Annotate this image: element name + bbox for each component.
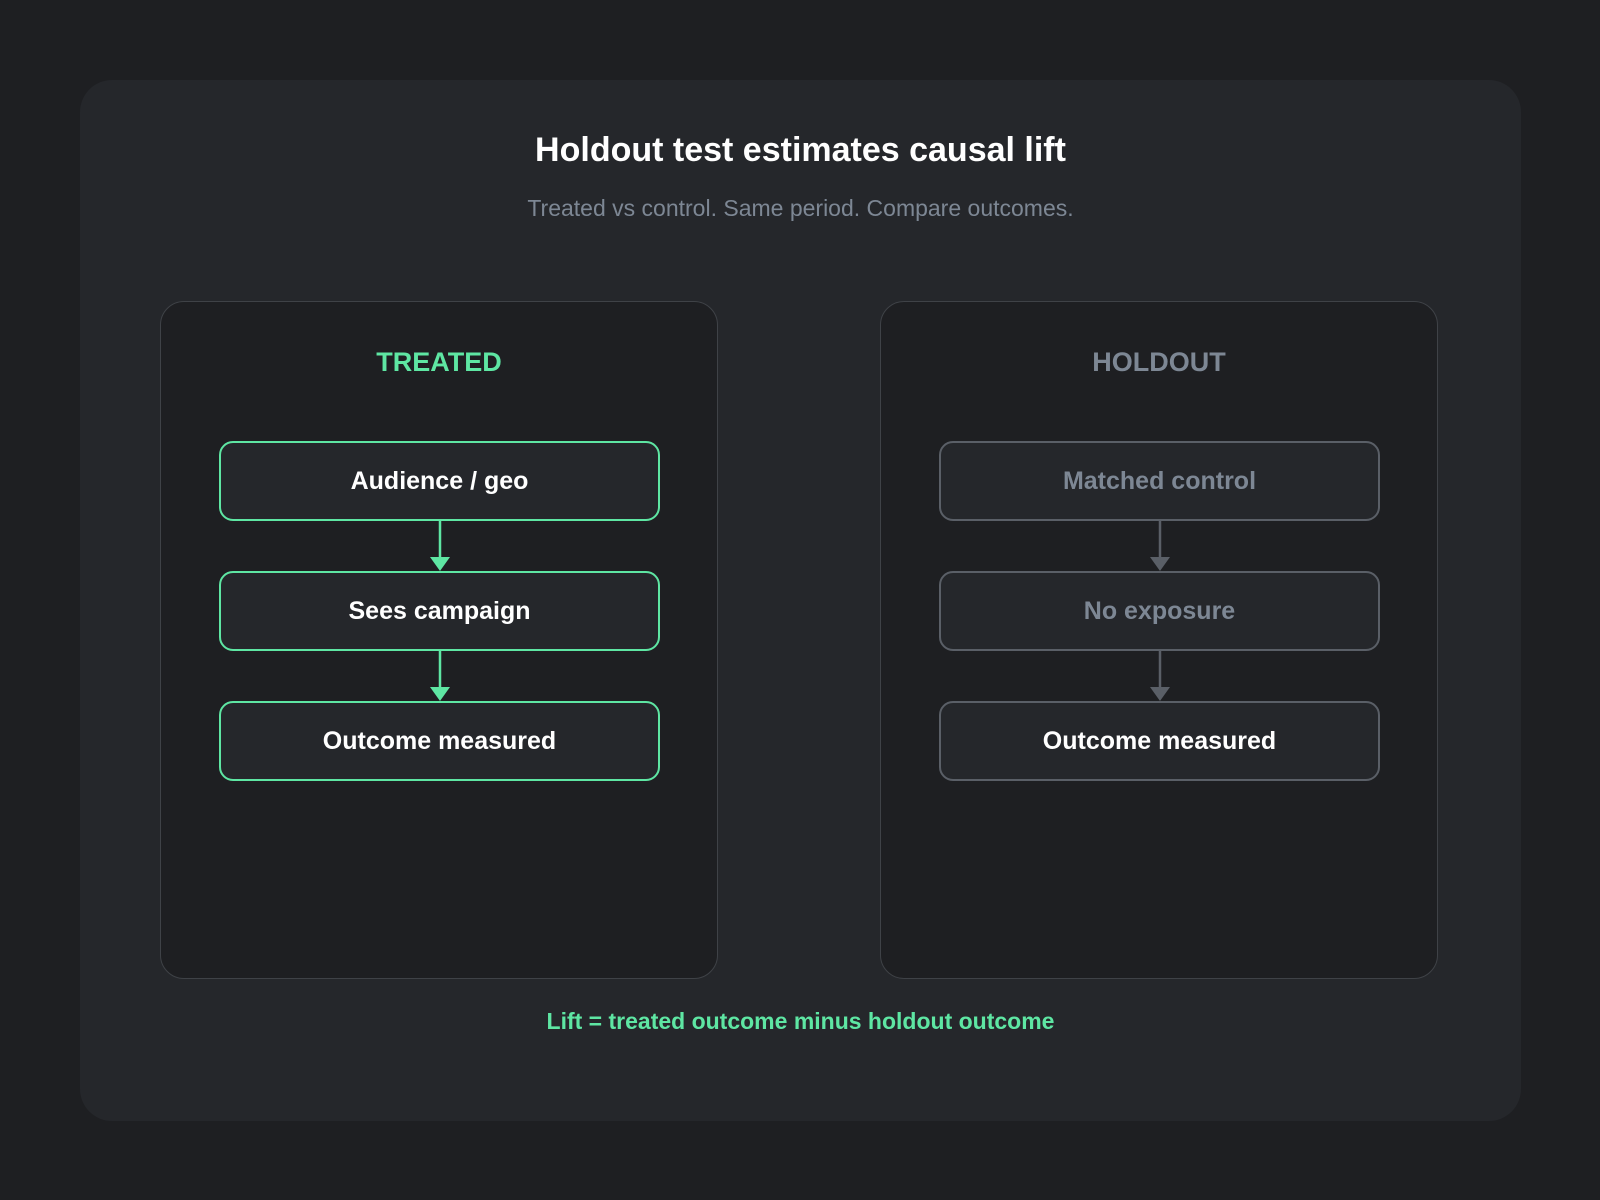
- lift-formula: Lift = treated outcome minus holdout out…: [546, 1008, 1055, 1034]
- holdout-arrow-down-icon: [1150, 651, 1170, 701]
- diagram-card: Holdout test estimates causal lift Treat…: [80, 80, 1521, 1121]
- holdout-arrow-down-icon: [1150, 521, 1170, 571]
- holdout-panel: HOLDOUT Matched control No exposure Outc…: [880, 301, 1438, 979]
- holdout-step-control: Matched control: [939, 441, 1380, 521]
- holdout-step-no-exposure: No exposure: [939, 571, 1380, 651]
- diagram-title: Holdout test estimates causal lift: [535, 131, 1066, 169]
- holdout-step-outcome: Outcome measured: [939, 701, 1380, 781]
- treated-step-audience: Audience / geo: [219, 441, 660, 521]
- treated-step-campaign: Sees campaign: [219, 571, 660, 651]
- treated-arrow-down-icon: [430, 521, 450, 571]
- treated-panel: TREATED Audience / geo Sees campaign Out…: [160, 301, 718, 979]
- treated-arrow-down-icon: [430, 651, 450, 701]
- treated-heading: TREATED: [376, 347, 502, 377]
- treated-step-outcome: Outcome measured: [219, 701, 660, 781]
- holdout-heading: HOLDOUT: [1092, 347, 1226, 377]
- diagram-subtitle: Treated vs control. Same period. Compare…: [527, 195, 1074, 221]
